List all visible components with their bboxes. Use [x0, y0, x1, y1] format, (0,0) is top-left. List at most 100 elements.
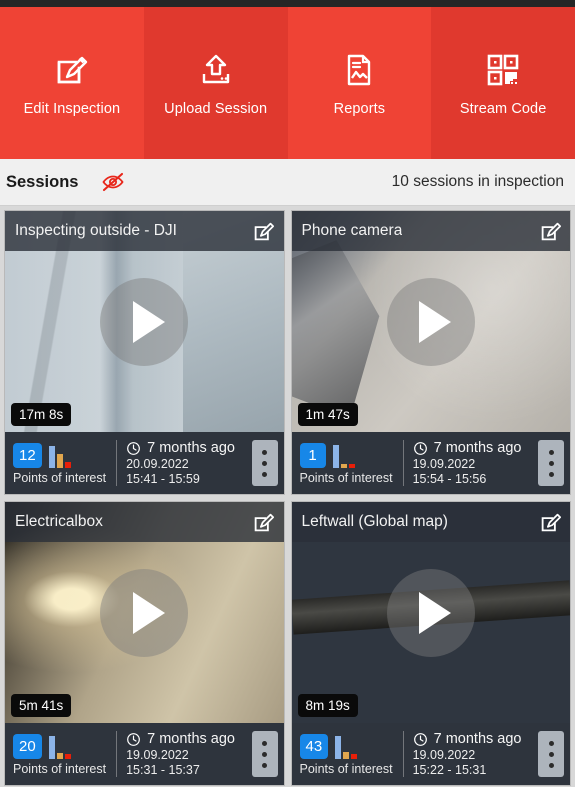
- time-block: 7 months ago 19.09.2022 15:31 - 15:37: [126, 731, 235, 777]
- time-block: 7 months ago 20.09.2022 15:41 - 15:59: [126, 440, 235, 486]
- session-title: Phone camera: [301, 222, 403, 239]
- points-of-interest-block: 12 Points of interest: [13, 442, 106, 485]
- stream-code-button[interactable]: Stream Code: [431, 7, 575, 159]
- clock-icon: [413, 441, 427, 455]
- clock-icon: [127, 732, 141, 746]
- session-time-range: 15:41 - 15:59: [126, 472, 200, 486]
- bar-blue: [335, 735, 342, 759]
- upload-session-button[interactable]: Upload Session: [143, 7, 288, 159]
- bar-blue: [48, 735, 55, 759]
- session-date: 19.09.2022: [412, 748, 476, 762]
- card-header: Inspecting outside - DJI: [5, 211, 284, 251]
- bar-orange: [56, 453, 63, 468]
- footer-divider: [116, 440, 118, 486]
- bar-red: [64, 461, 71, 468]
- reports-button[interactable]: Reports: [287, 7, 432, 159]
- bar-orange: [56, 752, 63, 759]
- page-title: Sessions: [6, 172, 79, 191]
- poi-label: Points of interest: [13, 761, 107, 776]
- time-ago-row: 7 months ago: [126, 731, 235, 747]
- session-card[interactable]: Leftwall (Global map) 8m 19s 43 Points o…: [290, 501, 571, 786]
- upload-session-label: Upload Session: [164, 100, 268, 117]
- points-of-interest-block: 20 Points of interest: [13, 733, 106, 776]
- session-card[interactable]: Inspecting outside - DJI 17m 8s 12 Point…: [4, 210, 285, 495]
- bar-red: [64, 753, 71, 759]
- play-button[interactable]: [100, 277, 189, 366]
- bar-red: [351, 753, 358, 759]
- poi-label: Points of interest: [13, 470, 107, 485]
- time-ago-text: 7 months ago: [147, 731, 235, 747]
- edit-session-icon[interactable]: [538, 510, 562, 534]
- play-icon: [419, 591, 452, 634]
- play-icon: [132, 300, 165, 343]
- session-thumbnail[interactable]: Leftwall (Global map) 8m 19s: [291, 502, 570, 723]
- window-top-edge: [0, 0, 575, 7]
- time-ago-text: 7 months ago: [433, 731, 522, 747]
- poi-row: 1: [299, 442, 355, 468]
- time-ago-row: 7 months ago: [413, 440, 522, 456]
- time-block: 7 months ago 19.09.2022 15:54 - 15:56: [413, 440, 522, 486]
- poi-label: Points of interest: [299, 761, 393, 776]
- sessions-count: 10 sessions in inspection: [391, 173, 564, 190]
- eye-off-icon[interactable]: [100, 169, 126, 195]
- card-header: Electricalbox: [5, 502, 284, 542]
- session-card[interactable]: Electricalbox 5m 41s 20 Points of intere…: [4, 501, 285, 786]
- play-button[interactable]: [386, 277, 475, 366]
- stream-code-label: Stream Code: [459, 100, 547, 117]
- session-menu-button[interactable]: [251, 440, 278, 486]
- bar-blue: [48, 445, 55, 468]
- session-thumbnail[interactable]: Inspecting outside - DJI 17m 8s: [5, 211, 284, 432]
- play-icon: [419, 300, 452, 343]
- session-date: 19.09.2022: [412, 457, 476, 471]
- session-card[interactable]: Phone camera 1m 47s 1 Points of interest…: [290, 210, 571, 495]
- kebab-dot: [548, 460, 554, 466]
- edit-session-icon[interactable]: [538, 219, 562, 243]
- card-footer: 20 Points of interest 7 months ago 19.09…: [5, 723, 284, 785]
- bar-blue: [332, 444, 339, 468]
- session-thumbnail[interactable]: Phone camera 1m 47s: [291, 211, 570, 432]
- duration-badge: 5m 41s: [11, 694, 72, 717]
- kebab-dot: [262, 471, 267, 477]
- poi-count-badge: 43: [299, 733, 329, 759]
- duration-badge: 1m 47s: [297, 403, 358, 426]
- poi-count-badge: 12: [13, 442, 42, 468]
- session-menu-button[interactable]: [538, 440, 564, 486]
- duration-badge: 17m 8s: [11, 403, 72, 426]
- card-footer: 1 Points of interest 7 months ago 19.09.…: [291, 432, 570, 494]
- time-ago-row: 7 months ago: [126, 440, 235, 456]
- bar-orange: [340, 463, 347, 468]
- session-time-range: 15:54 - 15:56: [412, 472, 487, 486]
- poi-mini-bar-chart: [332, 443, 355, 468]
- time-ago-text: 7 months ago: [433, 440, 522, 456]
- time-ago-row: 7 months ago: [413, 731, 522, 747]
- time-ago-text: 7 months ago: [147, 440, 235, 456]
- card-header: Leftwall (Global map): [291, 502, 570, 542]
- edit-session-icon[interactable]: [252, 510, 276, 534]
- footer-divider: [402, 440, 404, 486]
- session-menu-button[interactable]: [251, 731, 278, 777]
- kebab-dot: [262, 449, 267, 455]
- qr-code-icon: [483, 50, 523, 90]
- poi-count-badge: 1: [299, 442, 326, 468]
- session-menu-button[interactable]: [538, 731, 564, 777]
- poi-label: Points of interest: [299, 470, 393, 485]
- kebab-dot: [548, 751, 554, 757]
- reports-label: Reports: [333, 100, 386, 117]
- play-button[interactable]: [100, 568, 189, 657]
- bar-red: [348, 463, 355, 468]
- play-icon: [132, 591, 165, 634]
- edit-inspection-button[interactable]: Edit Inspection: [0, 7, 144, 159]
- kebab-dot: [548, 740, 554, 746]
- edit-session-icon[interactable]: [252, 219, 276, 243]
- kebab-dot: [262, 460, 267, 466]
- session-time-range: 15:31 - 15:37: [126, 763, 200, 777]
- play-button[interactable]: [386, 568, 475, 657]
- poi-mini-bar-chart: [48, 734, 71, 759]
- footer-divider: [402, 731, 404, 777]
- points-of-interest-block: 43 Points of interest: [299, 733, 393, 776]
- kebab-dot: [262, 751, 267, 757]
- points-of-interest-block: 1 Points of interest: [299, 442, 393, 485]
- session-thumbnail[interactable]: Electricalbox 5m 41s: [5, 502, 284, 723]
- footer-divider: [116, 731, 118, 777]
- card-footer: 43 Points of interest 7 months ago 19.09…: [291, 723, 570, 785]
